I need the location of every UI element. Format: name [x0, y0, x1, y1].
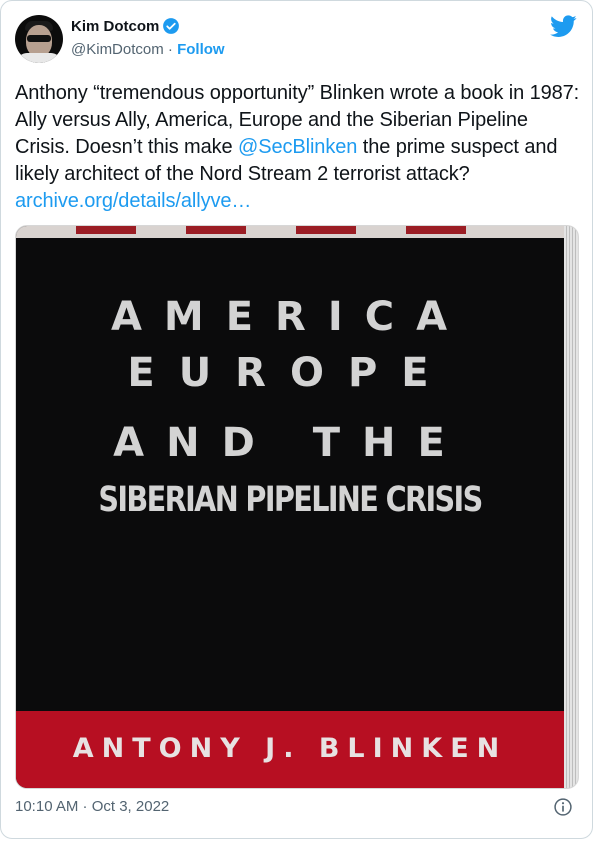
- cover-line-america: AMERICA: [110, 294, 470, 340]
- tweet-card: Kim Dotcom @KimDotcom · Follow Anthony “…: [0, 0, 593, 839]
- cover-line-siberian-pipeline-crisis: SIBERIAN PIPELINE CRISIS: [98, 480, 483, 520]
- display-name[interactable]: Kim Dotcom: [71, 18, 159, 35]
- cover-line-and-the: AND THE: [113, 420, 467, 466]
- handle-row: @KimDotcom · Follow: [71, 41, 225, 58]
- cover-top-red-letters: [76, 226, 516, 234]
- mention-link[interactable]: @SecBlinken: [238, 136, 357, 158]
- separator: ·: [167, 41, 173, 58]
- book-cover: AMERICA EUROPE AND THE SIBERIAN PIPELINE…: [16, 226, 564, 788]
- author-name-row: Kim Dotcom: [71, 17, 180, 35]
- book-page-edges: [564, 226, 578, 788]
- info-icon[interactable]: [553, 797, 573, 817]
- tweet-timestamp[interactable]: 10:10 AM · Oct 3, 2022: [15, 798, 169, 815]
- handle[interactable]: @KimDotcom: [71, 41, 164, 58]
- tweet-text: Anthony “tremendous opportunity” Blinken…: [15, 80, 583, 215]
- archive-link[interactable]: archive.org/details/allyve…: [15, 190, 251, 212]
- cover-author-band: ANTONY J. BLINKEN: [16, 711, 564, 788]
- tweet-image[interactable]: AMERICA EUROPE AND THE SIBERIAN PIPELINE…: [15, 225, 579, 789]
- verified-badge-icon: [163, 18, 180, 34]
- follow-button[interactable]: Follow: [177, 41, 225, 58]
- avatar-glasses: [27, 35, 51, 42]
- cover-author: ANTONY J. BLINKEN: [72, 733, 508, 764]
- cover-line-europe: EUROPE: [127, 350, 453, 396]
- twitter-bird-icon[interactable]: [550, 15, 577, 38]
- avatar-shirt: [17, 53, 61, 63]
- avatar[interactable]: [15, 15, 63, 63]
